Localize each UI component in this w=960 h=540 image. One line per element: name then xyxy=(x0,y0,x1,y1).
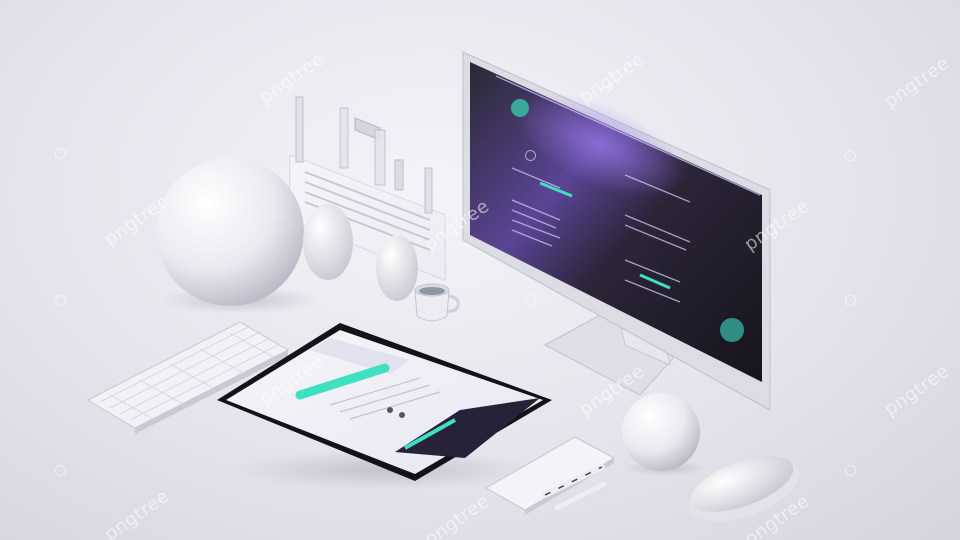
watermark-circle-icon xyxy=(55,465,66,476)
watermark-circle-icon xyxy=(845,465,856,476)
workspace-illustration xyxy=(86,51,800,522)
watermark-circle-icon xyxy=(55,295,66,306)
cup xyxy=(414,283,460,322)
small-sphere xyxy=(622,393,700,471)
monitor-badge-icon xyxy=(511,99,529,117)
egg-left xyxy=(303,204,353,280)
watermark-circle-icon xyxy=(845,295,856,306)
watermark-circle-icon xyxy=(55,148,66,159)
scene: pngtree pngtree pngtree pngtree pngtree … xyxy=(0,0,960,540)
watermark-circle-icon xyxy=(845,150,856,161)
watermark-circle-icon xyxy=(525,295,536,306)
egg-right xyxy=(376,235,418,301)
large-sphere xyxy=(156,158,304,306)
monitor-badge-icon-2 xyxy=(720,318,744,342)
watermark-circle-icon xyxy=(525,150,536,161)
desktop-monitor xyxy=(462,51,771,411)
